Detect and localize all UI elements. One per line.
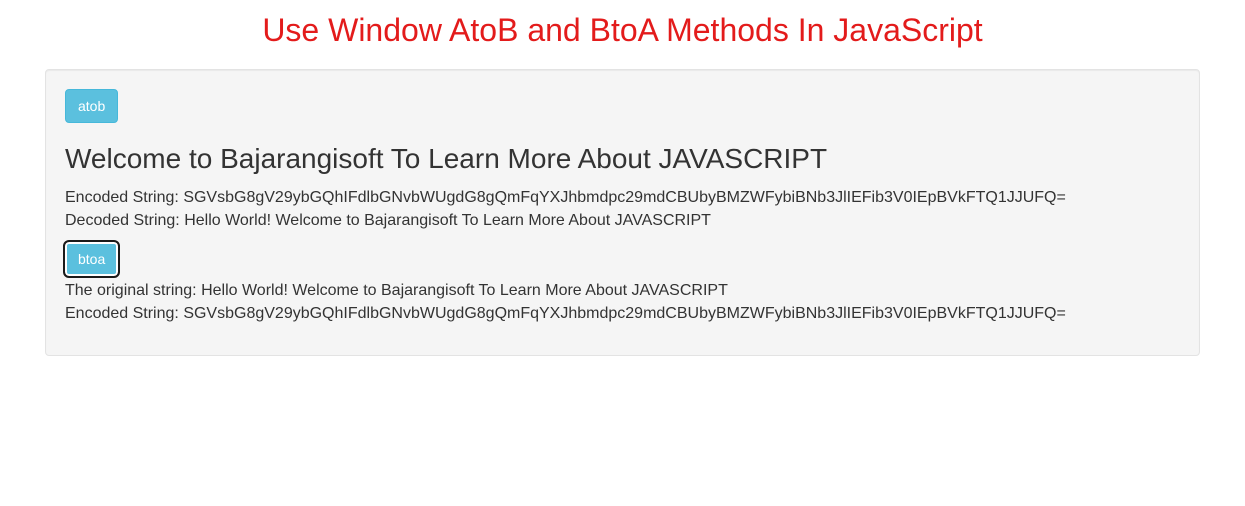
atob-button[interactable]: atob bbox=[65, 89, 118, 123]
btoa-encoded-value: SGVsbG8gV29ybGQhIFdlbGNvbWUgdG8gQmFqYXJh… bbox=[183, 305, 1066, 322]
atob-decoded-value: Hello World! Welcome to Bajarangisoft To… bbox=[184, 212, 711, 229]
btoa-original-value: Hello World! Welcome to Bajarangisoft To… bbox=[201, 282, 728, 299]
atob-decoded-label: Decoded String: bbox=[65, 212, 180, 229]
page-title: Use Window AtoB and BtoA Methods In Java… bbox=[0, 12, 1245, 49]
welcome-heading: Welcome to Bajarangisoft To Learn More A… bbox=[65, 143, 1180, 175]
btoa-output: The original string: Hello World! Welcom… bbox=[65, 280, 1180, 325]
content-well: atob Welcome to Bajarangisoft To Learn M… bbox=[45, 69, 1200, 356]
btoa-encoded-label: Encoded String: bbox=[65, 305, 179, 322]
atob-output: Encoded String: SGVsbG8gV29ybGQhIFdlbGNv… bbox=[65, 187, 1180, 232]
atob-encoded-value: SGVsbG8gV29ybGQhIFdlbGNvbWUgdG8gQmFqYXJh… bbox=[183, 189, 1066, 206]
atob-encoded-label: Encoded String: bbox=[65, 189, 179, 206]
btoa-button[interactable]: btoa bbox=[65, 242, 118, 276]
btoa-original-label: The original string: bbox=[65, 282, 197, 299]
